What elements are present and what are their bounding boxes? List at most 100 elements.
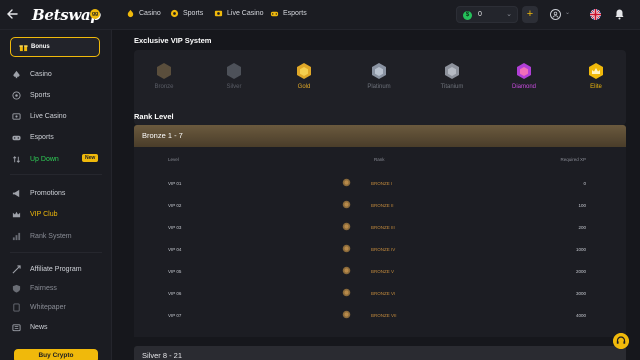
news-icon: [12, 323, 21, 331]
sidebar-item-live-casino[interactable]: Live Casino: [12, 110, 102, 122]
level-cell: VIP 04: [168, 247, 182, 252]
rank-group-silver[interactable]: Silver 8 - 21: [134, 346, 626, 360]
rank-cell: BRONZE II: [371, 203, 394, 208]
tier-label: Platinum: [367, 84, 391, 90]
diamond-badge-icon: [517, 63, 531, 79]
tier-label: Titanium: [440, 84, 464, 90]
wallet-selector[interactable]: $ 0 ⌄: [456, 6, 518, 23]
bronze-medal-icon: [342, 222, 351, 231]
sidebar-item-vip-club[interactable]: VIP Club: [12, 208, 102, 220]
rank-cell: BRONZE I: [371, 181, 393, 186]
sidebar-item-label: Sports: [30, 91, 51, 99]
sidebar-item-affiliate[interactable]: Affiliate Program: [12, 263, 102, 275]
user-avatar-icon[interactable]: [550, 9, 561, 20]
top-bar: Betswap gg Casino Sports Live Casino Esp…: [0, 0, 640, 30]
nav-esports[interactable]: Esports: [270, 9, 307, 18]
logo-badge: gg: [90, 9, 100, 19]
sidebar-item-label: Whitepaper: [30, 303, 66, 311]
level-cell: VIP 06: [168, 291, 182, 296]
tier-gold[interactable]: Gold: [274, 62, 334, 90]
tier-platinum[interactable]: Platinum: [349, 62, 409, 90]
esports-icon: [270, 11, 279, 17]
support-chat-icon[interactable]: [613, 333, 629, 349]
xp-cell: 3000: [575, 291, 586, 296]
live-icon: [12, 112, 21, 120]
gamepad-icon: [12, 135, 21, 140]
sports-icon: [170, 9, 179, 18]
tier-label: Diamond: [511, 84, 536, 90]
fairness-icon: [12, 284, 21, 293]
nav-esports-label: Esports: [283, 10, 307, 17]
vip-section-title: Exclusive VIP System: [134, 36, 212, 45]
casino-icon: [127, 9, 134, 18]
chevron-down-icon[interactable]: ⌄: [565, 9, 570, 16]
sidebar-item-label: Live Casino: [30, 112, 67, 120]
main-content: Exclusive VIP System Bronze Silver Gold …: [112, 30, 640, 360]
sidebar-item-whitepaper[interactable]: Whitepaper: [12, 301, 102, 313]
tier-label: Silver: [226, 84, 242, 90]
rank-group-label: Bronze 1 - 7: [142, 131, 183, 140]
sidebar-item-casino[interactable]: Casino: [12, 68, 102, 80]
column-header-level: Level: [168, 157, 179, 162]
sidebar-item-label: Fairness: [30, 284, 57, 292]
table-row: VIP 02 BRONZE II 100: [134, 195, 626, 217]
affiliate-icon: [12, 264, 21, 273]
silver-badge-icon: [227, 63, 241, 79]
sidebar-item-label: Esports: [30, 133, 54, 141]
rank-table: Level Rank Required XP VIP 01 BRONZE I 0…: [134, 147, 626, 337]
tier-elite[interactable]: Elite: [566, 62, 626, 90]
crown-icon: [12, 211, 21, 217]
platinum-badge-icon: [372, 63, 386, 79]
nav-casino[interactable]: Casino: [126, 9, 161, 18]
chevron-down-icon: ⌄: [506, 11, 512, 18]
level-cell: VIP 05: [168, 269, 182, 274]
sidebar-item-label: VIP Club: [30, 210, 58, 218]
sidebar-item-promotions[interactable]: Promotions: [12, 187, 102, 199]
bell-icon[interactable]: [614, 8, 625, 20]
sidebar-item-esports[interactable]: Esports: [12, 131, 102, 143]
bronze-badge-icon: [157, 63, 171, 79]
sidebar-item-up-down[interactable]: Up Down New: [12, 153, 102, 165]
tier-bronze[interactable]: Bronze: [134, 62, 194, 90]
sidebar-item-news[interactable]: News: [12, 321, 102, 333]
column-header-rank: Rank: [374, 157, 385, 162]
nav-sports[interactable]: Sports: [170, 9, 203, 18]
column-header-xp: Required XP: [560, 157, 586, 162]
spade-icon: [13, 70, 20, 78]
rank-group-bronze[interactable]: Bronze 1 - 7: [134, 125, 626, 147]
table-row: VIP 04 BRONZE IV 1000: [134, 239, 626, 261]
bronze-medal-icon: [342, 266, 351, 275]
xp-cell: 100: [578, 203, 586, 208]
table-row: VIP 06 BRONZE VI 3000: [134, 283, 626, 305]
tier-diamond[interactable]: Diamond: [494, 62, 554, 90]
sidebar-item-label: Affiliate Program: [30, 265, 82, 273]
xp-cell: 4000: [575, 313, 586, 318]
bronze-medal-icon: [342, 200, 351, 209]
xp-cell: 0: [583, 181, 586, 186]
sidebar: Bonus Casino Sports Live Casino Esports …: [0, 30, 112, 360]
sidebar-divider: [10, 252, 102, 253]
nav-casino-label: Casino: [139, 10, 161, 17]
bonus-button[interactable]: Bonus: [10, 37, 100, 57]
sidebar-item-rank-system[interactable]: Rank System: [12, 230, 102, 242]
bronze-medal-icon: [342, 244, 351, 253]
back-arrow-icon[interactable]: [5, 7, 19, 21]
bronze-medal-icon: [342, 178, 351, 187]
bronze-medal-icon: [342, 288, 351, 297]
buy-crypto-button[interactable]: Buy Crypto: [14, 349, 98, 360]
table-row: VIP 01 BRONZE I 0: [134, 173, 626, 195]
tier-titanium[interactable]: Titanium: [422, 62, 482, 90]
sidebar-item-fairness[interactable]: Fairness: [12, 282, 102, 294]
table-row: VIP 05 BRONZE V 2000: [134, 261, 626, 283]
sidebar-item-sports[interactable]: Sports: [12, 89, 102, 101]
currency-coin-icon: $: [463, 11, 472, 20]
level-cell: VIP 03: [168, 225, 182, 230]
tier-silver[interactable]: Silver: [204, 62, 264, 90]
bonus-label: Bonus: [31, 44, 50, 50]
nav-live-casino[interactable]: Live Casino: [214, 9, 264, 18]
nav-live-casino-label: Live Casino: [227, 10, 264, 17]
deposit-button[interactable]: +: [522, 6, 538, 23]
xp-cell: 1000: [575, 247, 586, 252]
rank-cell: BRONZE VI: [371, 291, 396, 296]
uk-flag-icon[interactable]: [590, 9, 601, 20]
